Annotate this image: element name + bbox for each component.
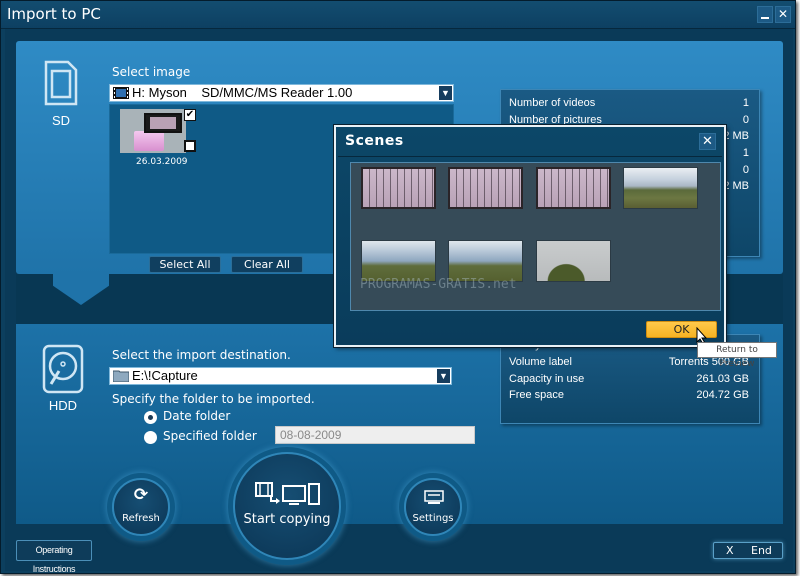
operating-instructions-button[interactable]: Operating Instructions xyxy=(16,540,92,574)
info-row: Volume label Torrents 500 GB xyxy=(509,356,749,368)
window-title: Import to PC xyxy=(7,5,101,23)
close-button[interactable]: ✕ xyxy=(775,6,791,23)
destination-folder-select[interactable]: E:\!Capture ▼ xyxy=(109,367,452,385)
refresh-button[interactable]: ⟳ Refresh xyxy=(112,478,170,536)
clear-all-button[interactable]: Clear All xyxy=(231,256,303,273)
end-label: End xyxy=(751,544,772,557)
dialog-separator xyxy=(338,156,722,157)
thumbnail-date: 26.03.2009 xyxy=(136,157,188,167)
refresh-icon: ⟳ xyxy=(133,485,149,505)
close-icon: ✕ xyxy=(777,7,789,21)
scenes-dialog: Scenes ✕ OK xyxy=(333,124,727,348)
minimize-button[interactable] xyxy=(757,6,773,23)
video-to-pc-icon xyxy=(255,482,320,505)
source-drive-select[interactable]: H: Myson SD/MMC/MS Reader 1.00 ▼ xyxy=(109,84,454,102)
checkbox-icon[interactable]: ✔ xyxy=(184,109,196,121)
folder-icon xyxy=(113,370,129,382)
chevron-down-icon[interactable]: ▼ xyxy=(439,86,452,100)
source-drive-value: H: Myson SD/MMC/MS Reader 1.00 xyxy=(132,85,353,100)
start-copying-button[interactable]: Start copying xyxy=(233,452,341,560)
watermark: PROGRAMAS-GRATIS.net xyxy=(360,277,517,292)
settings-button[interactable]: Settings xyxy=(404,478,462,536)
info-row: Free space 204.72 GB xyxy=(509,389,749,401)
film-strip-icon xyxy=(113,87,129,99)
radio-date-folder[interactable]: Date folder xyxy=(144,409,264,425)
radio-button[interactable] xyxy=(144,411,157,424)
folder-preview xyxy=(134,131,164,151)
radio-specified-folder[interactable]: Specified folder xyxy=(144,429,264,445)
video-icon xyxy=(184,140,196,152)
close-icon: ✕ xyxy=(702,134,713,149)
end-x-icon: X xyxy=(726,544,734,557)
scene-thumbnail[interactable] xyxy=(448,167,523,209)
thumbnail-item[interactable]: ✔ xyxy=(120,109,196,153)
import-destination-label: Select the import destination. xyxy=(112,348,291,362)
radio-button[interactable] xyxy=(144,431,157,444)
specified-folder-input[interactable]: 08-08-2009 xyxy=(275,426,475,444)
scene-thumbnail[interactable] xyxy=(361,240,436,282)
scene-thumbnail[interactable] xyxy=(623,167,698,209)
dialog-title: Scenes xyxy=(345,133,404,149)
dialog-close-button[interactable]: ✕ xyxy=(699,133,716,150)
hard-drive-icon xyxy=(42,344,84,394)
settings-icon xyxy=(424,490,444,504)
scene-thumbnail[interactable] xyxy=(536,167,611,209)
select-image-label: Select image xyxy=(112,65,191,79)
scene-thumbnail[interactable] xyxy=(361,167,436,209)
hdd-device: HDD xyxy=(40,344,86,413)
info-row: Capacity in use 261.03 GB xyxy=(509,373,749,385)
title-bar[interactable]: Import to PC ✕ xyxy=(1,1,795,29)
video-frame-preview xyxy=(144,113,182,133)
info-row: Number of videos 1 xyxy=(509,97,749,109)
sd-device: SD xyxy=(38,60,84,128)
folder-specify-label: Specify the folder to be imported. xyxy=(112,392,315,406)
minimize-icon xyxy=(761,17,769,19)
scene-thumbnail[interactable] xyxy=(448,240,523,282)
destination-folder-value: E:\!Capture xyxy=(132,368,198,383)
scene-thumbnail[interactable] xyxy=(536,240,611,282)
select-all-button[interactable]: Select All xyxy=(149,256,221,273)
sd-label: SD xyxy=(51,113,71,128)
ok-tooltip: Return to Preview xyxy=(697,342,777,369)
radio-label: Specified folder xyxy=(163,429,257,443)
end-button[interactable]: X End xyxy=(713,542,783,559)
radio-label: Date folder xyxy=(163,409,231,423)
chevron-down-icon[interactable]: ▼ xyxy=(437,369,450,383)
hdd-label: HDD xyxy=(48,398,78,413)
sd-card-icon xyxy=(44,60,78,106)
